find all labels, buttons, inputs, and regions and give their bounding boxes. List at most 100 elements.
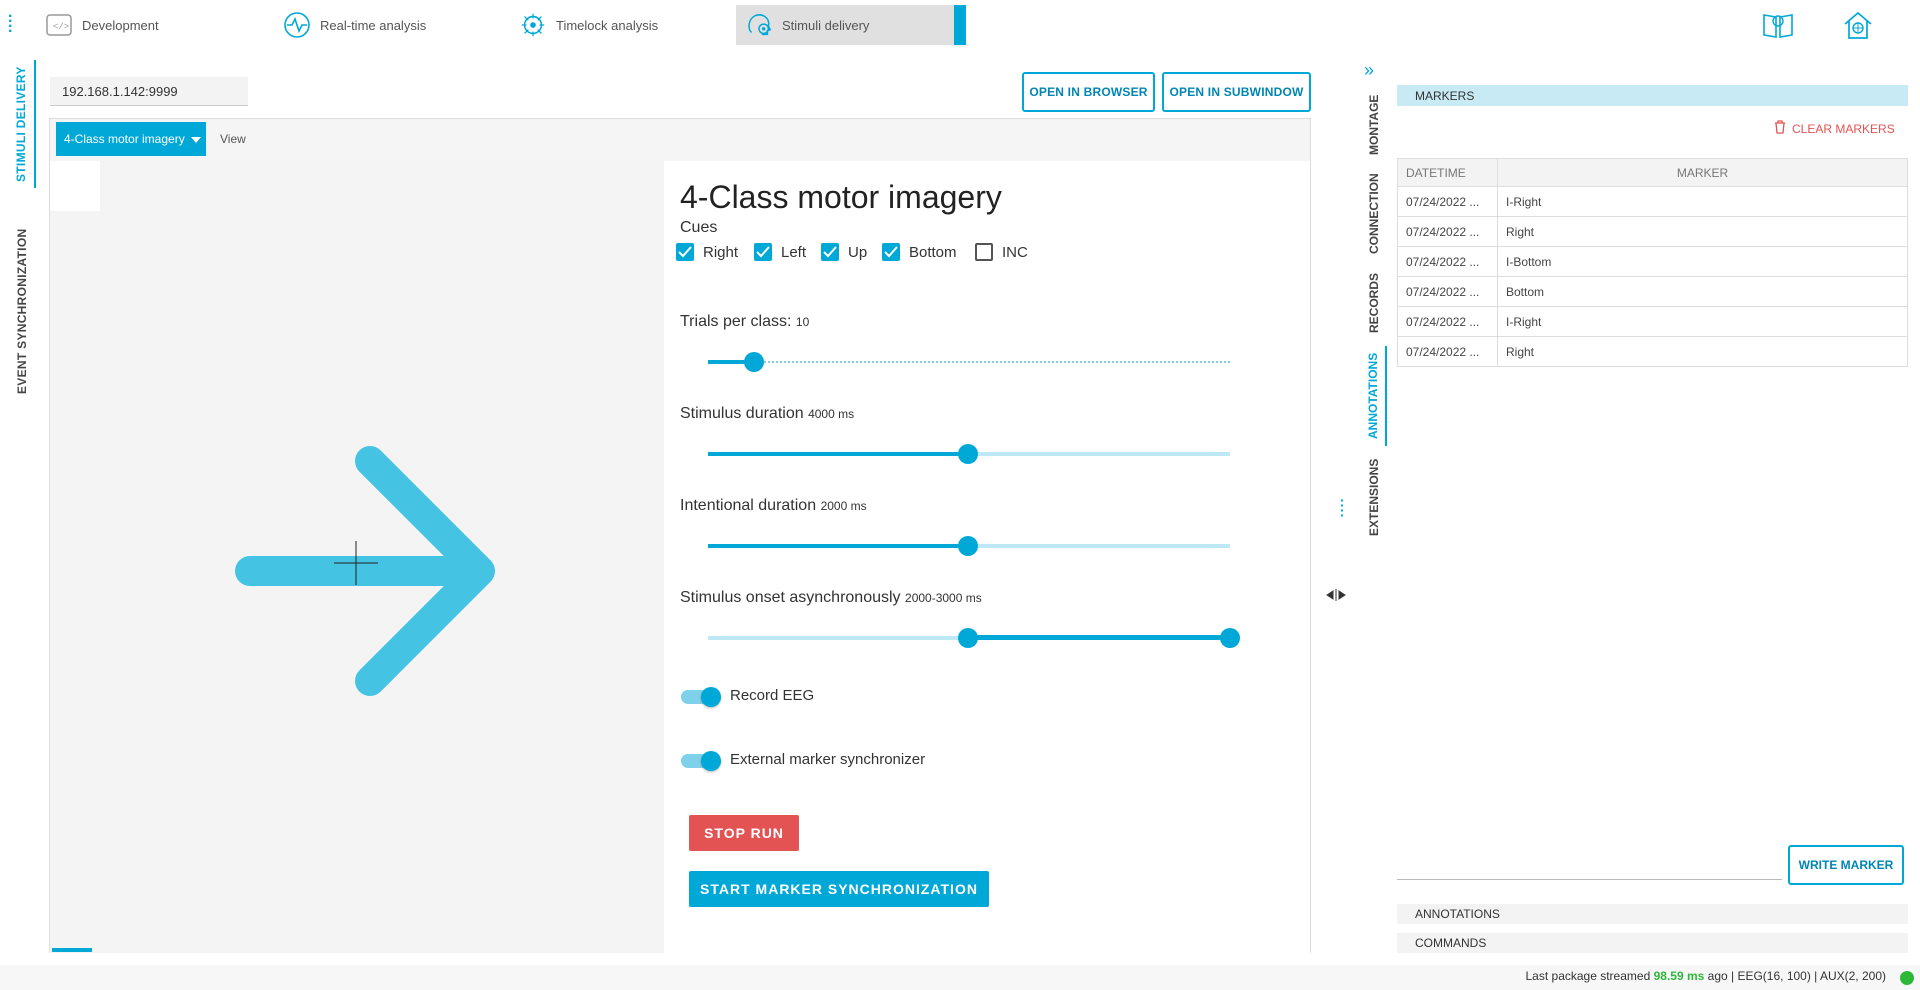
stim-duration-slider-thumb[interactable]	[958, 444, 978, 464]
checkbox-checked-icon[interactable]	[882, 243, 900, 261]
open-in-browser-button[interactable]: OPEN IN BROWSER	[1022, 72, 1155, 112]
tab-label: Development	[82, 17, 159, 33]
panel-drag-handle-icon[interactable]: · · · ·	[1340, 493, 1345, 522]
marker-text-input[interactable]	[1397, 850, 1782, 880]
tab-stimuli-delivery[interactable]: Stimuli delivery	[736, 5, 954, 45]
stimuli-frame: 4-Class motor imagery View 4-Class motor…	[49, 118, 1311, 953]
cell-datetime: 07/24/2022 ...	[1397, 186, 1498, 217]
cue-bottom[interactable]: Bottom	[882, 243, 957, 261]
clear-markers-button[interactable]: CLEAR MARKERS	[1774, 120, 1895, 137]
resize-horizontal-icon[interactable]	[1326, 588, 1346, 606]
table-row[interactable]: 07/24/2022 ... I-Right	[1397, 306, 1908, 337]
cell-datetime: 07/24/2022 ...	[1397, 336, 1498, 367]
commands-accordion[interactable]: COMMANDS	[1397, 933, 1908, 953]
open-in-subwindow-button[interactable]: OPEN IN SUBWINDOW	[1162, 72, 1311, 112]
left-side-nav: STIMULI DELIVERY EVENT SYNCHRONIZATION	[0, 60, 40, 960]
cue-label: Bottom	[909, 243, 957, 261]
trials-slider-track[interactable]	[708, 361, 1230, 363]
nav-event-synchronization[interactable]: EVENT SYNCHRONIZATION	[8, 200, 36, 422]
stimuli-icon	[744, 10, 774, 40]
table-row[interactable]: 07/24/2022 ... Right	[1397, 336, 1908, 367]
table-row[interactable]: 07/24/2022 ... I-Bottom	[1397, 246, 1908, 277]
nav-records[interactable]: RECORDS	[1361, 272, 1387, 334]
table-row[interactable]: 07/24/2022 ... Right	[1397, 216, 1908, 247]
trash-icon	[1774, 120, 1786, 137]
realtime-icon	[282, 10, 312, 40]
intent-duration-value: 2000 ms	[820, 499, 867, 513]
stream-status: Last package streamed 98.59 ms ago | EEG…	[1526, 969, 1887, 983]
trials-slider-thumb[interactable]	[744, 352, 764, 372]
cell-marker: I-Bottom	[1497, 246, 1908, 277]
soa-label: Stimulus onset asynchronously 2000-3000 …	[680, 589, 982, 607]
record-eeg-toggle[interactable]	[681, 687, 721, 707]
nav-extensions[interactable]: EXTENSIONS	[1361, 455, 1387, 540]
cue-left[interactable]: Left	[754, 243, 806, 261]
record-eeg-label: Record EEG	[730, 687, 815, 704]
nav-stimuli-delivery[interactable]: STIMULI DELIVERY	[8, 60, 36, 188]
checkbox-checked-icon[interactable]	[821, 243, 839, 261]
intentional-duration-label: Intentional duration 2000 ms	[680, 497, 867, 515]
write-marker-button[interactable]: WRITE MARKER	[1788, 845, 1904, 885]
soa-slider-thumb-max[interactable]	[1220, 628, 1240, 648]
start-marker-sync-button[interactable]: START MARKER SYNCHRONIZATION	[689, 871, 989, 907]
cue-up[interactable]: Up	[821, 243, 867, 261]
markers-section-header[interactable]: MARKERS	[1397, 85, 1908, 106]
trials-value: 10	[795, 315, 810, 329]
tab-label: Timelock analysis	[556, 17, 659, 33]
dev-brain-icon: </>	[44, 10, 74, 40]
table-row[interactable]: 07/24/2022 ... I-Right	[1397, 186, 1908, 217]
nav-montage[interactable]: MONTAGE	[1361, 90, 1387, 160]
top-bar: · · · · </> Development Real-time analysis …	[0, 0, 1920, 50]
caret-down-icon	[190, 132, 201, 146]
frame-menubar: 4-Class motor imagery View	[50, 119, 1310, 159]
intent-duration-slider-thumb[interactable]	[958, 536, 978, 556]
intent-duration-slider-fill	[708, 544, 969, 548]
nav-connection[interactable]: CONNECTION	[1361, 170, 1387, 258]
cell-datetime: 07/24/2022 ...	[1397, 276, 1498, 307]
stimulus-duration-label: Stimulus duration 4000 ms	[680, 405, 854, 423]
cell-marker: Right	[1497, 336, 1908, 367]
stop-run-button[interactable]: STOP RUN	[689, 815, 799, 851]
svg-text:</>: </>	[53, 22, 69, 32]
cue-label: INC	[1002, 243, 1028, 261]
stim-duration-text: Stimulus duration	[680, 405, 804, 422]
status-suffix: ago | EEG(16, 100) | AUX(2, 200)	[1707, 969, 1886, 983]
collapse-chevrons-icon[interactable]: »	[1364, 60, 1374, 81]
cue-inc[interactable]: INC	[975, 243, 1028, 261]
documentation-icon[interactable]	[1760, 8, 1796, 42]
nav-annotations[interactable]: ANNOTATIONS	[1361, 346, 1387, 446]
column-header-datetime[interactable]: DATETIME	[1397, 158, 1498, 187]
paradigm-settings-panel: 4-Class motor imagery Cues Right Left Up…	[664, 161, 1310, 953]
cell-marker: I-Right	[1497, 306, 1908, 337]
soa-slider-thumb-min[interactable]	[958, 628, 978, 648]
cell-datetime: 07/24/2022 ...	[1397, 246, 1498, 277]
annotations-accordion[interactable]: ANNOTATIONS	[1397, 904, 1908, 924]
toggle-knob	[701, 687, 721, 707]
cues-label: Cues	[680, 219, 718, 236]
home-icon[interactable]	[1840, 8, 1876, 42]
address-input[interactable]	[50, 77, 248, 106]
tab-realtime-analysis[interactable]: Real-time analysis	[274, 5, 504, 45]
tab-timelock-analysis[interactable]: Timelock analysis	[510, 5, 730, 45]
checkbox-checked-icon[interactable]	[754, 243, 772, 261]
trials-per-class-label: Trials per class: 10	[680, 313, 809, 331]
table-row[interactable]: 07/24/2022 ... Bottom	[1397, 276, 1908, 307]
paradigm-dropdown[interactable]: 4-Class motor imagery	[56, 122, 206, 156]
drag-handle-icon[interactable]: · · · ·	[8, 9, 13, 40]
tab-development[interactable]: </> Development	[36, 5, 276, 45]
cell-marker: Right	[1497, 216, 1908, 247]
checkbox-empty-icon[interactable]	[975, 243, 993, 261]
view-menu[interactable]: View	[220, 122, 246, 156]
checkbox-checked-icon[interactable]	[676, 243, 694, 261]
markers-table: DATETIME MARKER 07/24/2022 ... I-Right 07…	[1397, 158, 1908, 367]
stimulus-stage	[50, 161, 664, 953]
tab-label: Stimuli delivery	[782, 17, 870, 33]
column-header-marker[interactable]: MARKER	[1497, 158, 1908, 187]
external-marker-label: External marker synchronizer	[730, 751, 926, 768]
cue-right[interactable]: Right	[676, 243, 738, 261]
cell-datetime: 07/24/2022 ...	[1397, 216, 1498, 247]
external-marker-toggle[interactable]	[681, 751, 721, 771]
timelock-icon	[518, 10, 548, 40]
soa-slider-fill	[969, 635, 1230, 640]
cell-datetime: 07/24/2022 ...	[1397, 306, 1498, 337]
